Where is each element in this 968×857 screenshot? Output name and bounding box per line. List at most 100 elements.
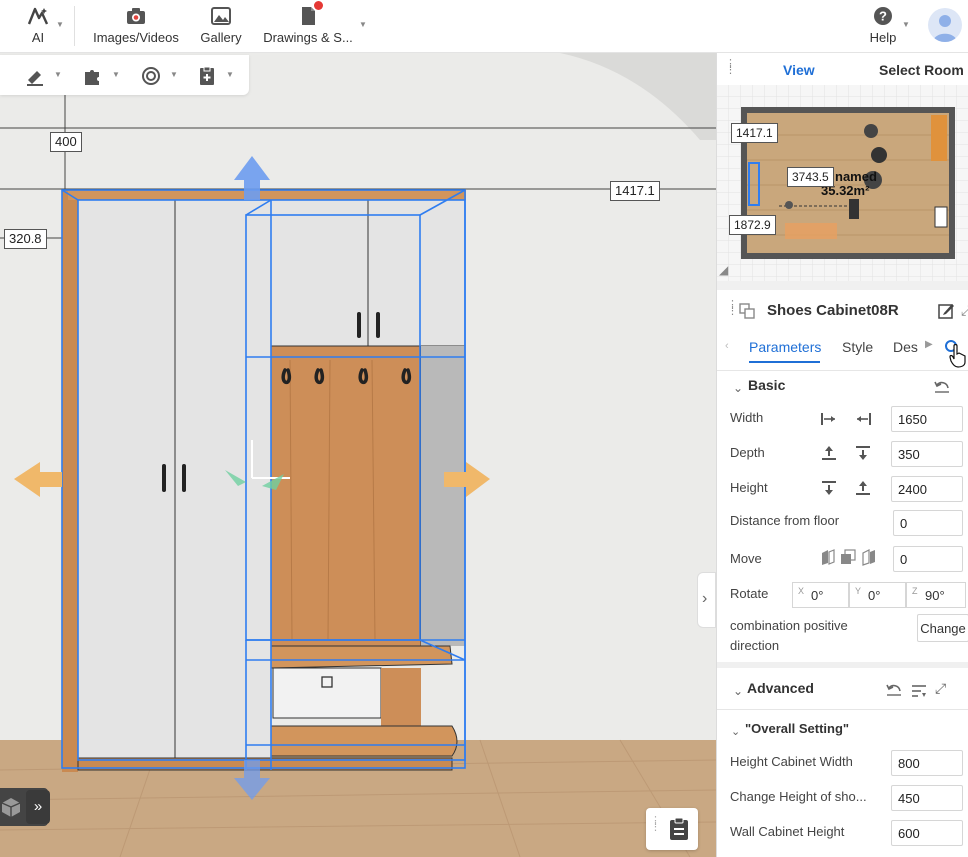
ai-label: AI bbox=[31, 30, 45, 45]
advanced-divider bbox=[717, 709, 968, 710]
rotate-z-input[interactable]: Z 90° bbox=[906, 582, 966, 608]
reset-icon[interactable] bbox=[933, 380, 951, 394]
move-left-icon[interactable] bbox=[819, 548, 837, 566]
depth-label: Depth bbox=[730, 445, 765, 460]
tab-description[interactable]: Des bbox=[893, 339, 918, 355]
drawings-button[interactable]: Drawings & S... bbox=[260, 4, 356, 45]
drag-handle-icon[interactable]: ⋮ ⋮ bbox=[727, 300, 738, 317]
tab-parameters[interactable]: Parameters bbox=[749, 339, 821, 355]
right-panel: ⋮ ⋮ View Select Room 1417.1 3743.5 1872.… bbox=[716, 53, 968, 857]
depth-down-icon[interactable] bbox=[854, 444, 872, 462]
tab-select-room[interactable]: Select Room bbox=[879, 62, 964, 78]
brush-icon bbox=[27, 71, 43, 86]
gallery-icon bbox=[211, 7, 231, 25]
double-chevron-right-icon: » bbox=[33, 798, 43, 815]
advanced-section-title[interactable]: Advanced bbox=[747, 680, 814, 696]
clipboard-panel-button[interactable]: ⋮ ⋮ bbox=[646, 808, 698, 850]
drag-handle-icon[interactable]: ⋮ ⋮ bbox=[650, 816, 661, 833]
user-icon bbox=[933, 15, 957, 42]
rotate-y-input[interactable]: Y 0° bbox=[849, 582, 906, 608]
move-input[interactable]: 0 bbox=[893, 546, 963, 572]
combination-label-line1: combination positive bbox=[730, 618, 848, 633]
minimap-dim-bottom: 1872.9 bbox=[729, 215, 776, 235]
dimension-label-left[interactable]: 320.8 bbox=[4, 229, 47, 249]
group-chevron-down-icon[interactable]: ⌄ bbox=[731, 725, 740, 738]
ai-chevron-down-icon[interactable]: ▼ bbox=[56, 20, 64, 29]
rotate-z-axis-label: Z bbox=[912, 586, 918, 596]
secondary-toolbar: ▼ ▼ ▼ ▼ bbox=[0, 55, 249, 95]
rotate-x-input[interactable]: X 0° bbox=[792, 582, 849, 608]
drawings-chevron-down-icon[interactable]: ▼ bbox=[359, 20, 367, 29]
advanced-chevron-down-icon[interactable]: ⌄ bbox=[733, 684, 743, 698]
wall-cabinet-height-label: Wall Cabinet Height bbox=[730, 824, 845, 839]
active-tab-indicator bbox=[749, 361, 820, 363]
rotate-inputs: X 0° Y 0° Z 90° bbox=[792, 582, 968, 608]
height-input[interactable]: 2400 bbox=[891, 476, 963, 502]
floor-plan-minimap[interactable]: 1417.1 3743.5 1872.9 named 35.32m² ◢ bbox=[717, 85, 968, 281]
advanced-expand-icon[interactable]: ⤢ bbox=[935, 680, 946, 697]
chevron-right-icon: › bbox=[702, 590, 708, 607]
rotate-x-value: 0° bbox=[811, 588, 824, 603]
dimension-label-right[interactable]: 1417.1 bbox=[610, 181, 660, 201]
advanced-reset-icon[interactable] bbox=[885, 683, 903, 697]
resize-handle-icon[interactable]: ◢ bbox=[719, 263, 728, 277]
move-right-icon[interactable] bbox=[860, 548, 878, 566]
rotate-y-value: 0° bbox=[868, 588, 881, 603]
cabinet-scene bbox=[0, 53, 716, 857]
overall-setting-title[interactable]: "Overall Setting" bbox=[745, 721, 849, 736]
cursor-hand-icon bbox=[949, 344, 966, 368]
ai-icon bbox=[27, 7, 49, 25]
avatar[interactable] bbox=[928, 8, 962, 42]
target-icon bbox=[142, 67, 160, 85]
basic-section-title[interactable]: Basic bbox=[748, 377, 785, 393]
move-center-icon[interactable] bbox=[839, 548, 857, 566]
tabs-scroll-right-icon[interactable]: ▶ bbox=[925, 339, 933, 350]
plugin-chevron-down-icon: ▼ bbox=[112, 70, 120, 79]
height-label: Height bbox=[730, 480, 768, 495]
tabs-divider bbox=[717, 370, 968, 371]
change-direction-button[interactable]: Change bbox=[917, 614, 968, 642]
height-down-icon[interactable] bbox=[820, 479, 838, 497]
plugin-tool-button[interactable]: ▼ bbox=[82, 65, 120, 87]
expand-icon[interactable]: ⤢ bbox=[961, 302, 968, 319]
help-icon: ? bbox=[874, 7, 892, 25]
tab-style[interactable]: Style bbox=[842, 339, 873, 355]
ai-tool-button[interactable]: AI bbox=[22, 4, 54, 45]
move-label: Move bbox=[730, 551, 762, 566]
gallery-button[interactable]: Gallery bbox=[196, 4, 246, 45]
change-height-input[interactable]: 450 bbox=[891, 785, 963, 811]
edit-icon[interactable] bbox=[937, 302, 955, 320]
align-left-icon[interactable] bbox=[820, 410, 838, 428]
wall-cabinet-height-input[interactable]: 600 bbox=[891, 820, 963, 846]
depth-up-icon[interactable] bbox=[820, 444, 838, 462]
cube-icon bbox=[1, 798, 21, 817]
svg-text:?: ? bbox=[879, 9, 887, 24]
filter-list-icon[interactable] bbox=[911, 684, 927, 698]
properties-panel: ⋮ ⋮ Shoes Cabinet08R ⤢ ‹ Parameters Style… bbox=[717, 290, 968, 857]
width-input[interactable]: 1650 bbox=[891, 406, 963, 432]
rotate-label: Rotate bbox=[730, 586, 769, 601]
depth-input[interactable]: 350 bbox=[891, 441, 963, 467]
height-up-icon[interactable] bbox=[854, 479, 872, 497]
expand-button[interactable]: » bbox=[26, 790, 50, 824]
target-tool-button[interactable]: ▼ bbox=[140, 65, 178, 87]
view-panel-header: ⋮ ⋮ View Select Room bbox=[717, 53, 968, 85]
clipboard-tool-button[interactable]: ▼ bbox=[196, 65, 234, 87]
help-chevron-down-icon[interactable]: ▼ bbox=[902, 20, 910, 29]
dimension-label-top[interactable]: 400 bbox=[50, 132, 82, 152]
help-button[interactable]: ? Help bbox=[866, 4, 900, 45]
room-name: named bbox=[835, 169, 877, 184]
tabs-scroll-left-icon[interactable]: ‹ bbox=[725, 340, 729, 352]
3d-viewport[interactable]: 400 1417.1 320.8 » ⋮ ⋮ › bbox=[0, 53, 716, 857]
collapse-panel-tab[interactable]: › bbox=[697, 572, 716, 628]
height-cabinet-width-input[interactable]: 800 bbox=[891, 750, 963, 776]
brush-tool-button[interactable]: ▼ bbox=[24, 65, 62, 87]
camera-icon bbox=[127, 8, 145, 24]
distance-from-floor-input[interactable]: 0 bbox=[893, 510, 963, 536]
object-title: Shoes Cabinet08R bbox=[767, 302, 899, 319]
tab-view[interactable]: View bbox=[783, 62, 815, 78]
align-right-icon[interactable] bbox=[854, 410, 872, 428]
drag-handle-icon[interactable]: ⋮ ⋮ bbox=[725, 59, 736, 76]
chevron-down-icon[interactable]: ⌄ bbox=[733, 381, 743, 395]
images-videos-button[interactable]: Images/Videos bbox=[88, 4, 184, 45]
